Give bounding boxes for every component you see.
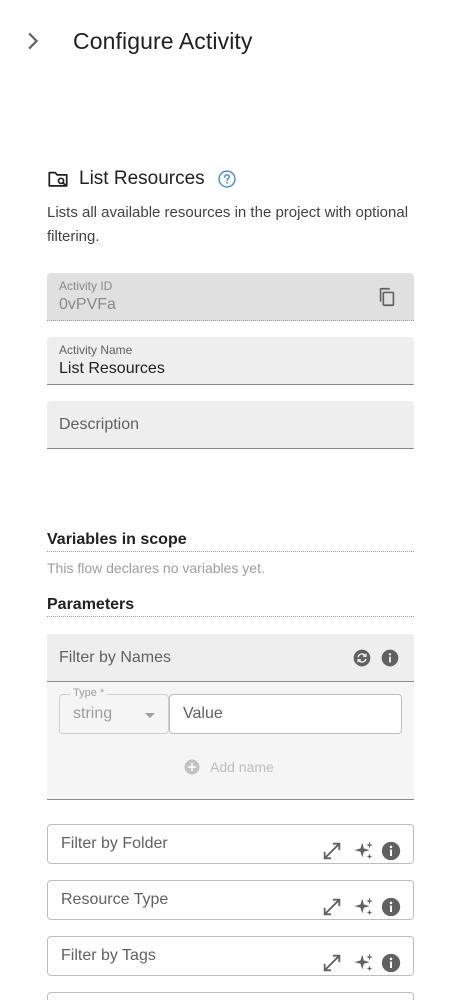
filter-by-names-group: Filter by Names Type * string Value Add … [47, 634, 414, 800]
type-select[interactable]: Type * string [59, 687, 169, 734]
info-icon[interactable] [380, 840, 402, 862]
filter-by-names-label: Filter by Names [59, 649, 172, 666]
activity-heading: List Resources [47, 166, 237, 192]
variables-section-title: Variables in scope [47, 531, 414, 552]
add-circle-icon [184, 759, 200, 775]
panel-header: Configure Activity [0, 0, 470, 84]
next-parameter-input[interactable] [47, 992, 414, 1000]
activity-name-value[interactable]: List Resources [59, 360, 165, 378]
name-value-input[interactable]: Value [169, 694, 402, 734]
filter-by-tags-input[interactable]: Filter by Tags [47, 936, 414, 976]
add-name-button[interactable]: Add name [183, 758, 274, 776]
parameters-section-title: Parameters [47, 596, 414, 617]
type-select-value: string [73, 705, 113, 722]
help-icon[interactable] [217, 169, 237, 189]
info-icon[interactable] [380, 896, 402, 918]
folder-search-icon [48, 171, 68, 187]
resource-type-input[interactable]: Resource Type [47, 880, 414, 920]
add-name-label: Add name [210, 759, 274, 775]
expand-icon[interactable] [321, 896, 343, 918]
activity-id-field: Activity ID 0vPVFa [47, 273, 414, 321]
chevron-right-icon[interactable] [22, 30, 44, 52]
type-select-label: Type * [70, 687, 108, 699]
expand-icon[interactable] [321, 840, 343, 862]
activity-name-field[interactable]: Activity Name List Resources [47, 337, 414, 385]
activity-description: Lists all available resources in the pro… [47, 204, 409, 245]
expand-icon[interactable] [321, 952, 343, 974]
sparkle-icon[interactable] [353, 952, 375, 974]
reset-icon[interactable] [352, 648, 372, 668]
info-icon[interactable] [380, 648, 400, 668]
activity-title: List Resources [79, 168, 205, 189]
info-icon[interactable] [380, 952, 402, 974]
sparkle-icon[interactable] [353, 896, 375, 918]
activity-name-label: Activity Name [59, 343, 133, 357]
caret-down-icon [145, 713, 155, 718]
copy-icon[interactable] [376, 286, 398, 308]
sparkle-icon[interactable] [353, 840, 375, 862]
variables-empty-text: This flow declares no variables yet. [47, 560, 265, 576]
resource-type-placeholder: Resource Type [61, 891, 169, 908]
name-value-placeholder: Value [183, 705, 223, 722]
filter-by-folder-placeholder: Filter by Folder [61, 835, 168, 852]
page-title: Configure Activity [73, 28, 253, 54]
activity-id-label: Activity ID [59, 279, 113, 293]
filter-by-folder-input[interactable]: Filter by Folder [47, 824, 414, 864]
description-placeholder: Description [59, 416, 140, 433]
filter-by-names-header[interactable]: Filter by Names [47, 634, 414, 682]
filter-by-tags-placeholder: Filter by Tags [61, 947, 156, 964]
activity-id-value: 0vPVFa [59, 296, 116, 313]
description-field[interactable]: Description [47, 401, 414, 449]
